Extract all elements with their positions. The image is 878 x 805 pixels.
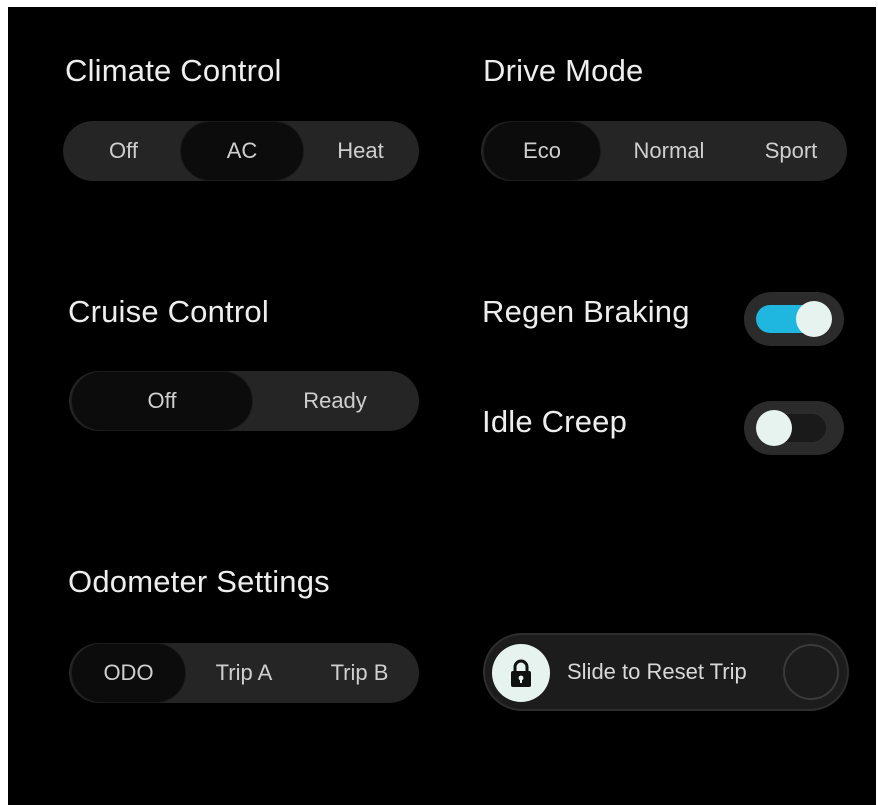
odometer-option-trip-a[interactable]: Trip A (186, 643, 302, 703)
drive-option-normal[interactable]: Normal (601, 121, 737, 181)
odometer-option-trip-b[interactable]: Trip B (302, 643, 417, 703)
idle-creep-toggle[interactable] (744, 401, 844, 455)
reset-trip-slider-label: Slide to Reset Trip (567, 659, 747, 684)
climate-option-heat[interactable]: Heat (304, 121, 417, 181)
vehicle-settings-screen: Climate Control Off AC Heat Drive Mode E… (8, 7, 876, 805)
drive-mode-selector: Eco Normal Sport (481, 121, 847, 181)
cruise-option-off[interactable]: Off (71, 371, 253, 431)
reset-trip-slider-target (783, 644, 839, 700)
regen-braking-toggle-knob (796, 301, 832, 337)
drive-mode-title: Drive Mode (483, 53, 644, 88)
drive-option-eco[interactable]: Eco (483, 121, 601, 181)
climate-control-selector: Off AC Heat (63, 121, 419, 181)
idle-creep-toggle-knob (756, 410, 792, 446)
climate-option-ac[interactable]: AC (180, 121, 304, 181)
cruise-control-title: Cruise Control (68, 294, 269, 329)
lock-icon (508, 658, 534, 688)
odometer-settings-title: Odometer Settings (68, 564, 330, 599)
climate-control-title: Climate Control (65, 53, 282, 88)
regen-braking-label: Regen Braking (482, 294, 690, 329)
odometer-selector: ODO Trip A Trip B (69, 643, 419, 703)
reset-trip-slider[interactable]: Slide to Reset Trip (483, 633, 849, 711)
regen-braking-toggle[interactable] (744, 292, 844, 346)
cruise-control-selector: Off Ready (69, 371, 419, 431)
odometer-option-odo[interactable]: ODO (71, 643, 186, 703)
idle-creep-label: Idle Creep (482, 404, 628, 439)
reset-trip-slider-handle[interactable] (492, 644, 550, 702)
climate-option-off[interactable]: Off (67, 121, 180, 181)
drive-option-sport[interactable]: Sport (737, 121, 845, 181)
cruise-option-ready[interactable]: Ready (253, 371, 417, 431)
